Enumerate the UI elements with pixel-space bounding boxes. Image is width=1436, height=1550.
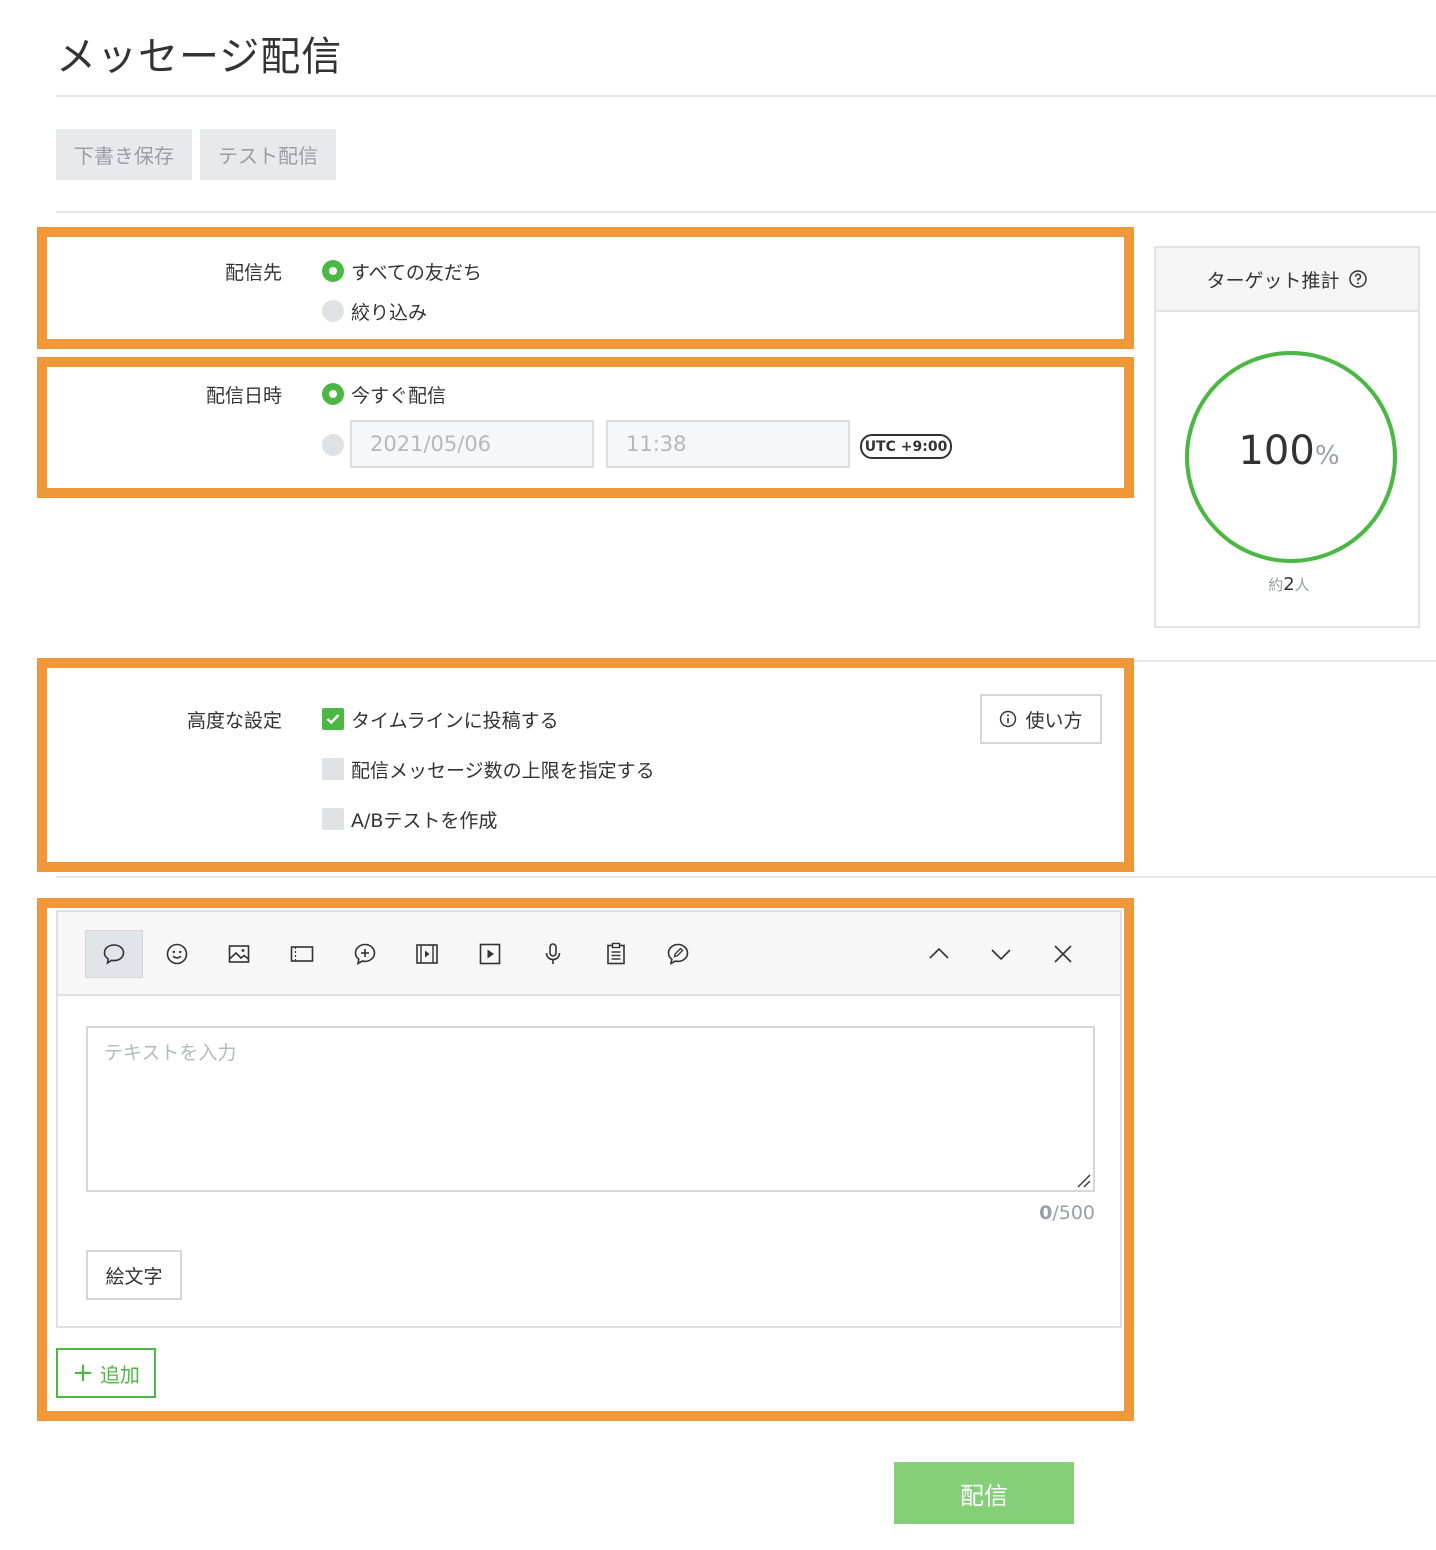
coupon-tool[interactable] (649, 930, 707, 978)
target-percent: 100% (1156, 428, 1422, 474)
target-percent-value: 100 (1238, 428, 1315, 474)
image-tool[interactable] (210, 930, 268, 978)
sticker-tool[interactable] (148, 930, 206, 978)
chevron-down-icon (991, 949, 1011, 961)
date-input[interactable]: 2021/05/06 (350, 420, 594, 468)
divider (1134, 660, 1436, 662)
question-icon[interactable] (1348, 269, 1368, 289)
divider (56, 211, 1436, 213)
how-to-button[interactable]: 使い方 (980, 694, 1102, 744)
survey-tool[interactable] (587, 930, 645, 978)
chat-plus-icon (354, 943, 376, 966)
card-icon (290, 946, 314, 962)
close-icon (1054, 945, 1072, 963)
checkbox-ab-test-label[interactable]: A/Bテストを作成 (351, 806, 497, 833)
chevron-up-icon (929, 947, 949, 959)
info-icon (1000, 710, 1017, 728)
target-estimate-card: ターゲット推計 100% 約2人 (1154, 246, 1420, 628)
message-text-placeholder: テキストを入力 (104, 1042, 237, 1064)
speech-bubble-icon (103, 944, 125, 965)
move-up-button[interactable] (910, 930, 968, 978)
radio-all-friends-label[interactable]: すべての友だち (351, 258, 482, 285)
schedule-label: 配信日時 (205, 385, 282, 407)
play-icon (479, 943, 501, 965)
resize-handle-icon[interactable] (1075, 1172, 1091, 1188)
check-icon (326, 714, 340, 725)
microphone-icon (545, 943, 561, 964)
emoji-button[interactable]: 絵文字 (86, 1250, 182, 1300)
message-editor: テキストを入力 0/500 絵文字 (56, 910, 1122, 1328)
editor-toolbar (58, 912, 1120, 996)
radio-send-now-label[interactable]: 今すぐ配信 (351, 381, 446, 408)
image-icon (228, 945, 250, 963)
send-button[interactable]: 配信 (894, 1462, 1074, 1524)
target-approx-prefix: 約 (1268, 576, 1284, 594)
video-tool[interactable] (461, 930, 519, 978)
character-count-max: /500 (1052, 1202, 1095, 1224)
card-message-tool[interactable] (273, 930, 331, 978)
remove-message-button[interactable] (1034, 930, 1092, 978)
target-approx-count: 約2人 (1156, 574, 1422, 595)
divider (56, 876, 1436, 878)
rich-video-tool[interactable] (398, 930, 456, 978)
timezone-badge: UTC +9:00 (860, 434, 952, 459)
recipients-section-highlight (37, 227, 1134, 349)
target-approx-number: 2 (1283, 574, 1295, 595)
pen-icon (667, 943, 689, 966)
advanced-label: 高度な設定 (186, 710, 282, 732)
draft-save-button[interactable]: 下書き保存 (56, 129, 192, 180)
character-count-current: 0 (1039, 1202, 1053, 1224)
move-down-button[interactable] (972, 930, 1030, 978)
clipboard-icon (607, 942, 625, 965)
checkbox-timeline-label[interactable]: タイムラインに投稿する (351, 706, 559, 733)
add-message-button[interactable]: + 追加 (56, 1348, 156, 1398)
page-title: メッセージ配信 (56, 34, 343, 80)
target-approx-unit: 人 (1294, 576, 1310, 594)
rich-message-tool[interactable] (336, 930, 394, 978)
message-text-input[interactable]: テキストを入力 (86, 1026, 1095, 1192)
checkbox-ab-test[interactable] (322, 808, 344, 830)
radio-filter-label[interactable]: 絞り込み (351, 298, 427, 325)
recipients-label: 配信先 (224, 262, 282, 284)
radio-scheduled[interactable] (322, 434, 344, 456)
plus-icon: + (72, 1358, 94, 1388)
checkbox-message-limit[interactable] (322, 758, 344, 780)
target-percent-unit: % (1314, 441, 1340, 471)
radio-all-friends[interactable] (322, 260, 344, 282)
radio-send-now[interactable] (322, 383, 344, 405)
target-estimate-header: ターゲット推計 (1156, 248, 1418, 312)
checkbox-timeline[interactable] (322, 708, 344, 730)
film-icon (416, 944, 438, 964)
add-message-label: 追加 (99, 1362, 140, 1387)
divider (56, 95, 1436, 97)
smiley-icon (166, 943, 188, 965)
audio-tool[interactable] (524, 930, 582, 978)
character-counter: 0/500 (58, 1202, 1095, 1224)
text-message-tool[interactable] (85, 930, 143, 978)
radio-filter[interactable] (322, 300, 344, 322)
target-estimate-title: ターゲット推計 (1206, 269, 1340, 292)
how-to-label: 使い方 (1025, 709, 1083, 732)
test-send-button[interactable]: テスト配信 (200, 129, 336, 180)
checkbox-message-limit-label[interactable]: 配信メッセージ数の上限を指定する (351, 756, 655, 783)
time-input[interactable]: 11:38 (606, 420, 850, 468)
